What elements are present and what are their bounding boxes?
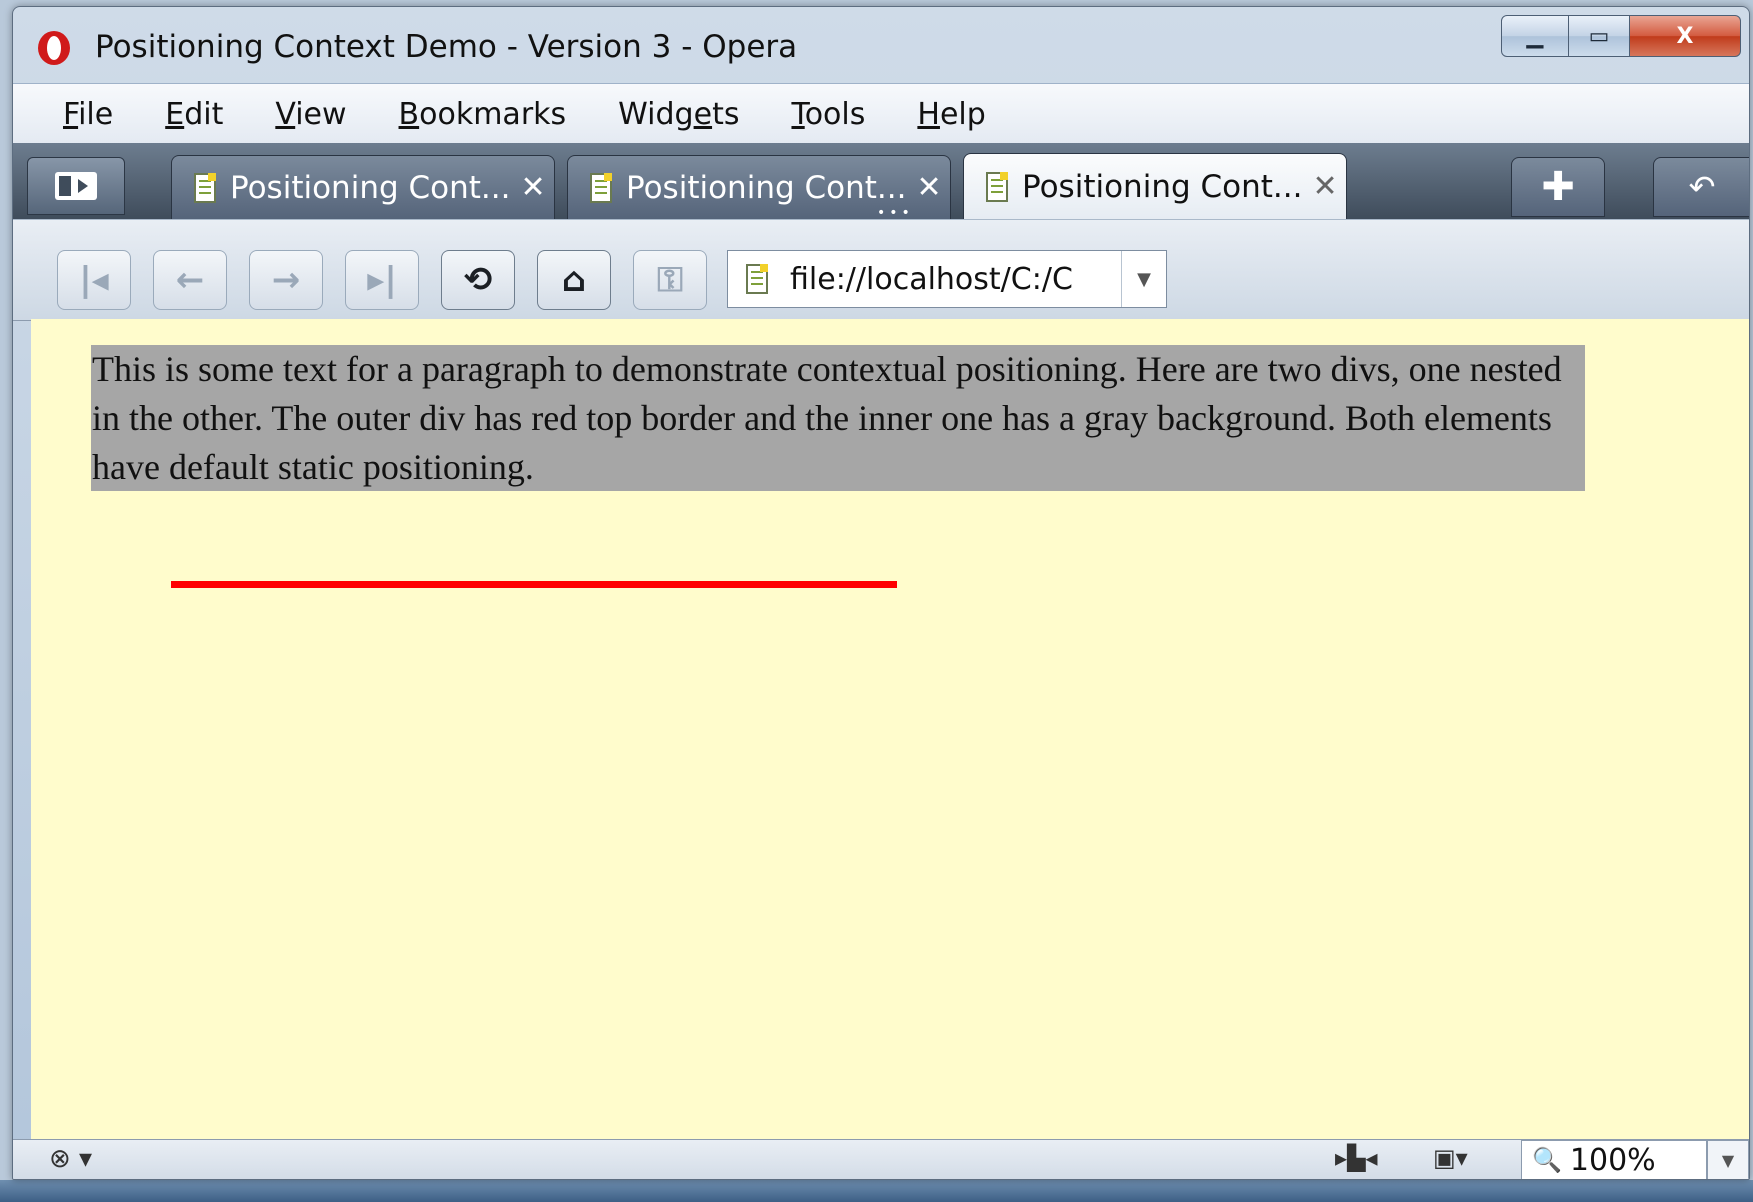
minimize-icon: ▁ (1526, 23, 1544, 49)
address-input[interactable]: file://localhost/C:/C (790, 262, 1100, 297)
speed-dial-icon[interactable]: ⊗ ▾ (49, 1144, 92, 1174)
trash-undo-icon: ↶ (1688, 168, 1716, 206)
tab-1[interactable]: Positioning Cont... ✕ (171, 155, 555, 219)
tab-label: Positioning Cont... (1022, 168, 1303, 205)
desktop-taskbar (0, 1180, 1753, 1202)
address-bar[interactable]: file://localhost/C:/C ▼ (727, 250, 1167, 308)
reload-icon: ⟲ (463, 260, 493, 300)
home-button[interactable]: ⌂ (537, 250, 611, 310)
tab-close-icon[interactable]: ✕ (520, 170, 545, 205)
menu-widgets[interactable]: Widgets (618, 97, 739, 132)
tab-close-icon[interactable]: ✕ (1312, 169, 1337, 204)
tab-label: Positioning Cont... (626, 169, 907, 206)
security-button[interactable]: ⚿ (633, 250, 707, 310)
zoom-dropdown-button[interactable]: ▼ (1707, 1140, 1749, 1179)
forward-button[interactable]: → (249, 250, 323, 310)
menu-edit[interactable]: Edit (165, 97, 223, 132)
fast-forward-icon: ▸| (367, 260, 397, 300)
panel-toggle-icon (55, 172, 97, 200)
address-dropdown-icon[interactable]: ▼ (1121, 251, 1166, 307)
menu-bar: File Edit View Bookmarks Widgets Tools H… (13, 83, 1749, 144)
menu-file[interactable]: File (63, 97, 113, 132)
tab-bar: Positioning Cont... ✕ Positioning Cont..… (13, 143, 1749, 221)
opera-logo-icon (38, 31, 70, 65)
window-title: Positioning Context Demo - Version 3 - O… (95, 29, 798, 65)
closed-tabs-button[interactable]: ↶ (1653, 157, 1749, 217)
panel-icon[interactable]: ▸▙◂ (1335, 1144, 1378, 1172)
page-icon (590, 172, 612, 203)
fast-forward-button[interactable]: ▸| (345, 250, 419, 310)
back-button[interactable]: ← (153, 250, 227, 310)
page-icon (986, 171, 1008, 202)
zoom-control[interactable]: 🔍 100% (1521, 1140, 1707, 1179)
page-content: This is some text for a paragraph to dem… (31, 319, 1749, 1139)
panel-toggle-button[interactable] (27, 157, 125, 215)
paragraph-text: This is some text for a paragraph to dem… (92, 349, 1562, 487)
page-icon (194, 172, 216, 203)
outer-div-red-top-border (171, 581, 897, 588)
chevron-down-icon: ▼ (1721, 1150, 1735, 1170)
tab-label: Positioning Cont... (230, 169, 511, 206)
title-bar: Positioning Context Demo - Version 3 - O… (13, 7, 1749, 79)
menu-help[interactable]: Help (917, 97, 985, 132)
zoom-level: 100% (1569, 1142, 1656, 1178)
rewind-button[interactable]: |◂ (57, 250, 131, 310)
page-icon (746, 264, 768, 294)
home-icon: ⌂ (561, 260, 587, 300)
close-window-button[interactable]: X (1630, 15, 1741, 57)
minimize-button[interactable]: ▁ (1501, 15, 1569, 57)
menu-bookmarks[interactable]: Bookmarks (399, 97, 567, 132)
menu-view[interactable]: View (275, 97, 346, 132)
browser-window: Positioning Context Demo - Version 3 - O… (12, 6, 1750, 1180)
key-icon: ⚿ (657, 260, 683, 300)
window-controls: ▁ ▭ X (1501, 15, 1741, 57)
close-icon: X (1676, 23, 1694, 49)
tab-3-active[interactable]: Positioning Cont... ✕ (963, 153, 1347, 219)
zoom-icon: 🔍 (1532, 1146, 1562, 1174)
tab-close-icon[interactable]: ✕ (916, 170, 941, 205)
image-toggle-icon[interactable]: ▣▾ (1433, 1144, 1468, 1172)
maximize-icon: ▭ (1588, 23, 1610, 49)
back-arrow-icon: ← (175, 260, 205, 300)
forward-arrow-icon: → (271, 260, 301, 300)
navigation-bar: |◂ ← → ▸| ⟲ ⌂ ⚿ file://localhost/C:/C ▼ (13, 219, 1749, 321)
reload-button[interactable]: ⟲ (441, 250, 515, 310)
rewind-icon: |◂ (79, 260, 109, 300)
plus-icon: ✚ (1541, 164, 1575, 210)
status-bar: ⊗ ▾ ▸▙◂ ▣▾ 🔍 100% ▼ (13, 1139, 1749, 1179)
maximize-button[interactable]: ▭ (1569, 15, 1630, 57)
menu-tools[interactable]: Tools (791, 97, 865, 132)
new-tab-button[interactable]: ✚ (1511, 157, 1605, 217)
